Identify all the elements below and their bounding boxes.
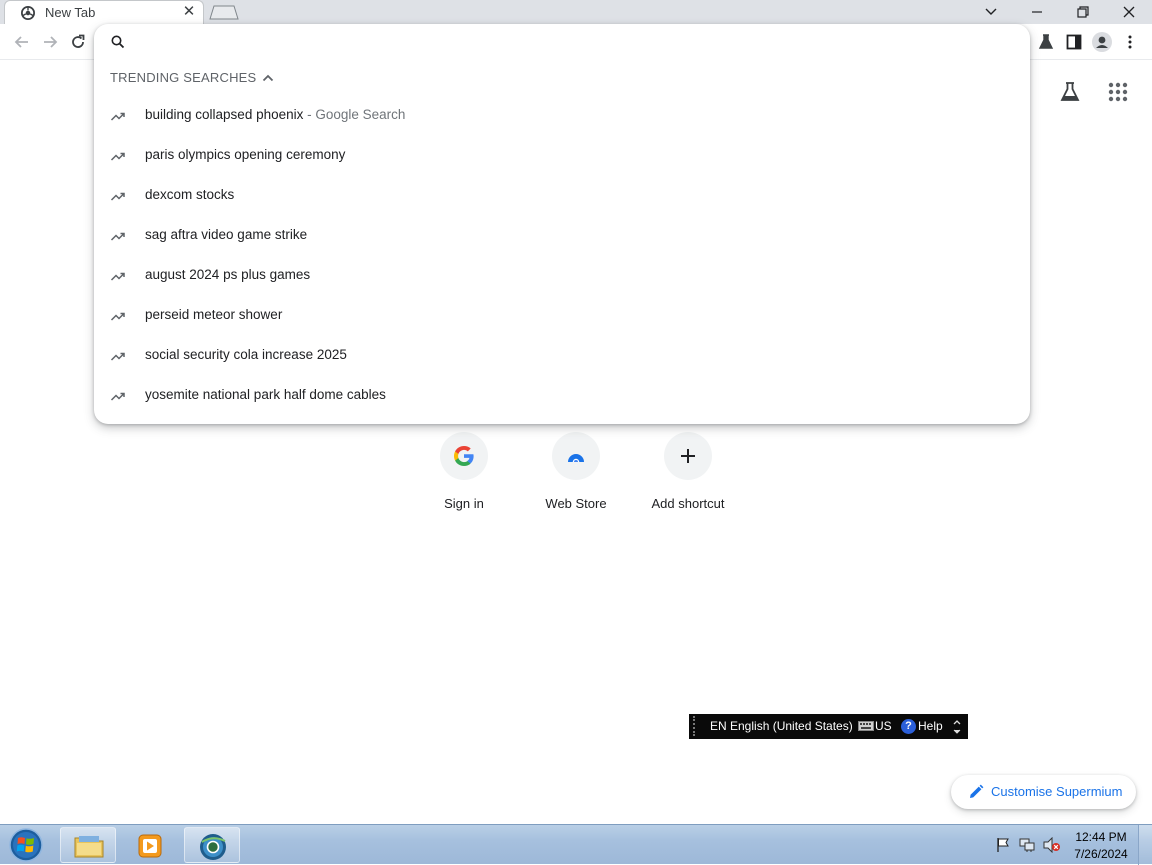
trending-suggestion[interactable]: perseid meteor shower	[94, 296, 1030, 336]
trending-suggestion[interactable]: august 2024 ps plus games	[94, 256, 1030, 296]
input-language-button[interactable]: EN English (United States)	[710, 719, 853, 733]
tab-title: New Tab	[45, 5, 96, 20]
volume-muted-icon[interactable]	[1043, 837, 1061, 853]
language-bar: EN English (United States) US ? Help	[689, 714, 968, 739]
taskbar-explorer[interactable]	[60, 827, 116, 863]
shortcut-label: Web Store	[545, 496, 607, 511]
suggestion-text: paris olympics opening ceremony	[145, 147, 346, 162]
forward-arrow-icon	[44, 36, 58, 48]
flask-icon	[1038, 34, 1054, 49]
customise-button[interactable]: Customise Supermium	[951, 775, 1136, 809]
plus-icon	[681, 449, 695, 463]
tab-search-button[interactable]	[968, 0, 1014, 24]
forward-button[interactable]	[38, 30, 62, 54]
suggestion-text: perseid meteor shower	[145, 307, 283, 322]
keyboard-icon	[858, 721, 874, 731]
clock-time[interactable]: 12:44 PM	[1066, 830, 1136, 844]
pencil-icon	[970, 784, 984, 798]
language-bar-grip[interactable]	[693, 716, 699, 736]
restore-button[interactable]	[1060, 0, 1106, 24]
google-g-icon	[454, 446, 474, 466]
supermium-browser-icon	[200, 834, 226, 860]
side-panel-icon	[1066, 34, 1082, 50]
new-tab-button[interactable]	[208, 4, 240, 20]
trending-suggestion[interactable]: social security cola increase 2025	[94, 336, 1030, 376]
suggestion-text: sag aftra video game strike	[145, 227, 308, 242]
trending-up-icon	[110, 392, 125, 401]
shortcut-tile	[440, 432, 488, 480]
show-desktop-button[interactable]	[1138, 825, 1152, 865]
shortcut-tile	[552, 432, 600, 480]
minimize-button[interactable]	[1014, 0, 1060, 24]
avatar-icon	[1092, 32, 1112, 52]
minimize-icon	[1032, 11, 1042, 13]
google-apps-icon[interactable]	[1108, 82, 1128, 102]
start-button[interactable]	[4, 827, 48, 863]
suggestion-text: august 2024 ps plus games	[145, 267, 311, 282]
suggestion-text: yosemite national park half dome cables	[145, 387, 386, 402]
taskbar-browser[interactable]	[184, 827, 240, 863]
reload-icon	[72, 34, 85, 48]
shortcut-label: Add shortcut	[651, 496, 725, 511]
web-store-icon	[567, 454, 585, 466]
trending-up-icon	[110, 272, 125, 281]
search-icon	[111, 35, 125, 49]
chrome-icon	[21, 6, 35, 20]
tab-close-icon[interactable]: ✕	[180, 3, 198, 21]
labs-toolbar-button[interactable]	[1034, 30, 1058, 54]
restore-icon	[1077, 6, 1089, 18]
shortcut-sign-in[interactable]: Sign in	[416, 432, 512, 522]
trending-suggestion[interactable]: yosemite national park half dome cables	[94, 376, 1030, 416]
shortcut-tile	[664, 432, 712, 480]
keyboard-layout-button[interactable]: US	[875, 719, 892, 733]
suggestion-text: social security cola increase 2025	[145, 347, 347, 362]
taskbar: 12:44 PM 7/26/2024	[0, 824, 1152, 865]
trending-searches-header: TRENDING SEARCHES	[110, 70, 257, 85]
trending-suggestion[interactable]: sag aftra video game strike	[94, 216, 1030, 256]
tab-new-tab[interactable]: New Tab ✕	[4, 0, 204, 24]
reload-button[interactable]	[66, 30, 90, 54]
suggestion-text: building collapsed phoenix - Google Sear…	[145, 107, 406, 122]
side-panel-button[interactable]	[1062, 30, 1086, 54]
profile-button[interactable]	[1090, 30, 1114, 54]
shortcut-add[interactable]: Add shortcut	[640, 432, 736, 522]
media-player-icon	[138, 834, 162, 858]
trending-suggestion[interactable]: dexcom stocks	[94, 176, 1030, 216]
help-button[interactable]: Help	[918, 719, 943, 733]
close-icon	[1123, 6, 1135, 18]
suggestion-text: dexcom stocks	[145, 187, 235, 202]
trending-up-icon	[110, 352, 125, 361]
trending-suggestion[interactable]: building collapsed phoenix - Google Sear…	[94, 96, 1030, 136]
network-icon[interactable]	[1019, 837, 1035, 853]
trending-suggestion[interactable]: paris olympics opening ceremony	[94, 136, 1030, 176]
trending-up-icon	[110, 152, 125, 161]
taskbar-media-player[interactable]	[121, 827, 177, 863]
more-vert-icon	[1128, 35, 1132, 49]
trending-up-icon	[110, 192, 125, 201]
action-center-flag-icon[interactable]	[995, 837, 1011, 853]
customise-label: Customise Supermium	[991, 784, 1123, 799]
back-button[interactable]	[10, 30, 34, 54]
omnibox-input[interactable]	[138, 28, 998, 56]
suggestion-subtext: - Google Search	[303, 107, 406, 122]
omnibox-dropdown: TRENDING SEARCHES building collapsed pho…	[94, 24, 1030, 424]
back-arrow-icon	[14, 36, 28, 48]
clock-date[interactable]: 7/26/2024	[1066, 847, 1136, 861]
shortcut-web-store[interactable]: Web Store	[528, 432, 624, 522]
menu-button[interactable]	[1118, 30, 1142, 54]
shortcut-label: Sign in	[444, 496, 484, 511]
folder-icon	[74, 836, 104, 858]
help-icon[interactable]: ?	[901, 719, 916, 734]
close-window-button[interactable]	[1106, 0, 1152, 24]
trending-up-icon	[110, 112, 125, 121]
trending-up-icon	[110, 232, 125, 241]
tab-strip: New Tab ✕	[0, 0, 1152, 24]
chevron-down-icon	[985, 8, 997, 15]
chevron-up-icon[interactable]	[260, 70, 276, 86]
trending-up-icon	[110, 312, 125, 321]
language-bar-options-icon[interactable]	[951, 718, 963, 736]
labs-icon[interactable]	[1058, 80, 1082, 104]
